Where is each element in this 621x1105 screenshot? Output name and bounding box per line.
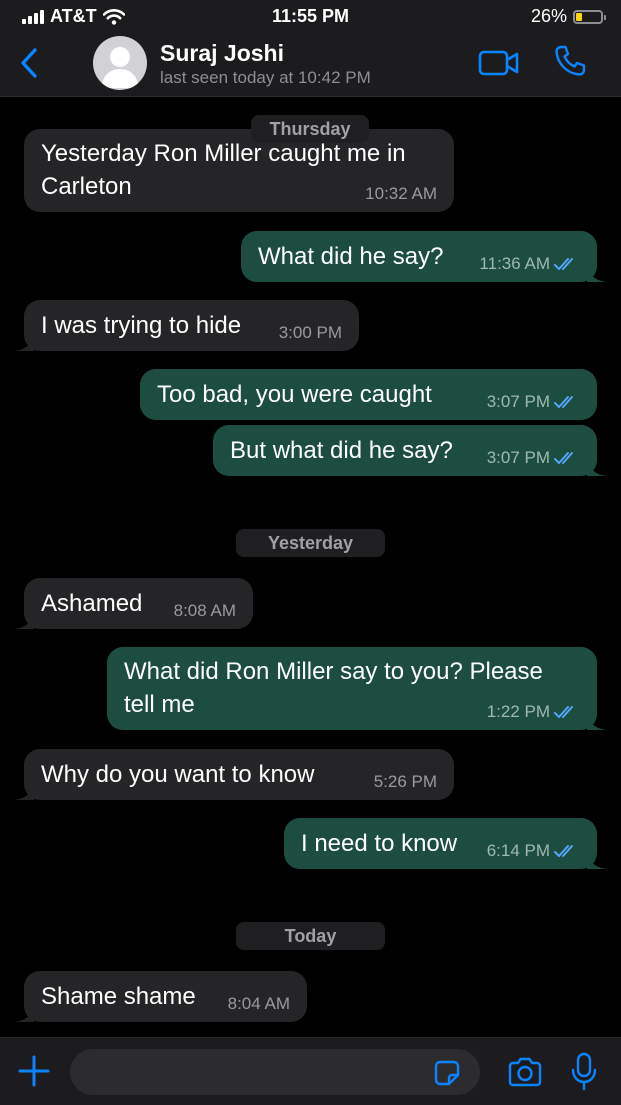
bubble-tail <box>14 613 34 629</box>
status-right: 26% <box>530 6 606 27</box>
bubble-tail <box>14 1006 34 1022</box>
status-time: 11:55 PM <box>271 6 350 26</box>
message-incoming[interactable]: Shame shame 8:04 AM <box>14 971 307 1022</box>
message-input[interactable] <box>70 1049 480 1095</box>
message-time: 8:04 AM <box>227 994 290 1013</box>
message-time: 10:32 AM <box>365 184 437 203</box>
date-separator: Thursday <box>251 115 369 143</box>
message-text: What did he say? <box>258 243 444 270</box>
double-check-icon <box>554 706 573 718</box>
message-time: 3:07 PM <box>486 392 550 411</box>
sticker-icon[interactable] <box>432 1058 462 1088</box>
camera-icon[interactable] <box>507 1056 543 1088</box>
person-silhouette-icon <box>101 47 139 88</box>
bubble-tail <box>587 266 607 282</box>
message-time: 3:07 PM <box>486 448 550 467</box>
last-seen-status: last seen today at 10:42 PM <box>160 68 371 87</box>
message-text: Shame shame <box>41 983 196 1010</box>
message-text: But what did he say? <box>230 437 453 464</box>
message-incoming[interactable]: Ashamed 8:08 AM <box>14 578 253 629</box>
double-check-icon <box>554 258 573 270</box>
message-outgoing[interactable]: What did Ron Miller say to you? Please t… <box>107 647 607 730</box>
contact-name[interactable]: Suraj Joshi <box>160 40 284 67</box>
message-text-line2: tell me <box>124 691 195 718</box>
phone-icon[interactable] <box>553 44 587 78</box>
date-separator: Today <box>236 922 385 950</box>
message-time: 11:36 AM <box>479 254 550 273</box>
message-list[interactable]: Yesterday Ron Miller caught me in Carlet… <box>0 97 621 1037</box>
battery-icon <box>573 9 606 24</box>
plus-icon[interactable] <box>17 1054 51 1088</box>
message-time: 6:14 PM <box>486 841 550 860</box>
message-time: 5:26 PM <box>373 772 437 791</box>
microphone-icon[interactable] <box>570 1052 598 1092</box>
message-text-line2: Carleton <box>41 173 132 200</box>
double-check-icon <box>554 452 573 464</box>
double-check-icon <box>554 845 573 857</box>
video-call-icon[interactable] <box>478 48 520 78</box>
message-text: I need to know <box>301 830 458 857</box>
message-incoming[interactable]: Yesterday Ron Miller caught me in Carlet… <box>24 129 454 212</box>
bubble-tail <box>587 714 607 730</box>
message-outgoing[interactable]: Too bad, you were caught 3:07 PM <box>140 369 597 420</box>
message-time: 1:22 PM <box>486 702 550 721</box>
date-separator: Yesterday <box>236 529 385 557</box>
bubble-tail <box>587 853 607 869</box>
message-outgoing[interactable]: I need to know 6:14 PM <box>284 818 607 869</box>
double-check-icon <box>554 396 573 408</box>
chevron-left-icon[interactable] <box>16 46 42 80</box>
composer-bar <box>0 1037 621 1105</box>
bubble-tail <box>14 784 34 800</box>
message-incoming[interactable]: I was trying to hide 3:00 PM <box>14 300 359 351</box>
message-text: I was trying to hide <box>41 312 242 339</box>
chat-header: Suraj Joshi last seen today at 10:42 PM <box>0 32 621 97</box>
message-text: Ashamed <box>41 590 143 617</box>
message-text: Why do you want to know <box>41 761 315 788</box>
bubble-tail <box>587 460 607 476</box>
avatar[interactable] <box>93 36 147 90</box>
battery-percent: 26% <box>530 6 567 26</box>
message-time: 3:00 PM <box>278 323 342 342</box>
message-outgoing[interactable]: What did he say? 11:36 AM <box>241 231 607 282</box>
bubble-tail <box>14 335 34 351</box>
message-outgoing[interactable]: But what did he say? 3:07 PM <box>213 425 607 476</box>
message-text: What did Ron Miller say to you? Please <box>124 658 543 685</box>
message-time: 8:08 AM <box>173 601 236 620</box>
battery-level <box>576 12 582 21</box>
status-bar: AT&T 11:55 PM 26% <box>0 0 621 32</box>
message-text: Too bad, you were caught <box>157 381 432 408</box>
message-incoming[interactable]: Why do you want to know 5:26 PM <box>14 749 454 800</box>
